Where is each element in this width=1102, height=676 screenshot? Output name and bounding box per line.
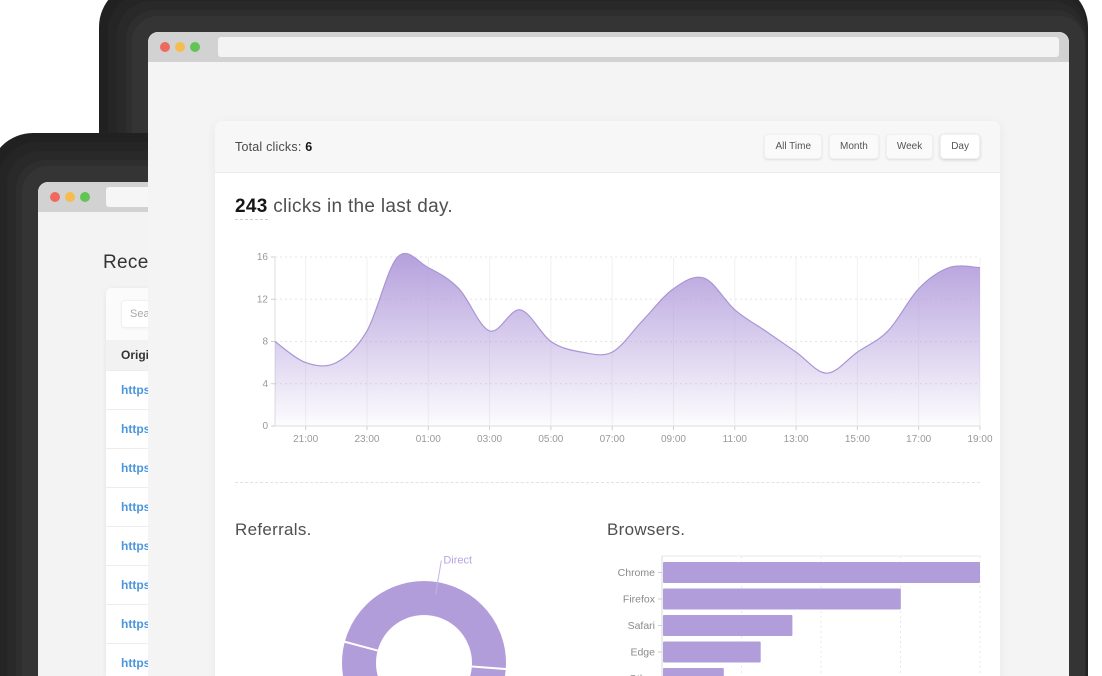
- table-row: https://: [106, 565, 148, 604]
- close-window-icon[interactable]: [50, 192, 60, 202]
- back-window-content: Recent links. Original URL https://https…: [38, 182, 148, 676]
- bar-safari: [663, 615, 792, 636]
- original-url-link[interactable]: https://: [121, 383, 148, 397]
- total-clicks-value: 6: [305, 140, 312, 154]
- zoom-window-icon[interactable]: [80, 192, 90, 202]
- svg-text:Safari: Safari: [628, 620, 655, 632]
- front-browser-chrome: [148, 32, 1069, 62]
- search-row: [106, 288, 148, 340]
- back-window-body: Recent links. Original URL https://https…: [38, 252, 148, 676]
- svg-text:15:00: 15:00: [845, 434, 870, 445]
- svg-text:21:00: 21:00: [293, 434, 318, 445]
- svg-text:4: 4: [262, 379, 268, 390]
- table-row: https://: [106, 370, 148, 409]
- recent-links-card: Original URL https://https://https://htt…: [106, 288, 148, 676]
- close-window-icon[interactable]: [160, 42, 170, 52]
- svg-text:09:00: 09:00: [661, 434, 686, 445]
- svg-text:Edge: Edge: [630, 647, 655, 659]
- recent-links-heading: Recent links.: [103, 252, 148, 274]
- table-row: https://: [106, 409, 148, 448]
- svg-text:19:00: 19:00: [967, 434, 992, 445]
- front-traffic-lights: [160, 42, 200, 52]
- svg-text:17:00: 17:00: [906, 434, 931, 445]
- svg-text:03:00: 03:00: [477, 434, 502, 445]
- original-url-link[interactable]: https://: [121, 461, 148, 475]
- bar-firefox: [663, 589, 901, 610]
- svg-text:23:00: 23:00: [354, 434, 379, 445]
- stats-card-header: Total clicks: 6 All Time Month Week Day: [215, 121, 1000, 173]
- minimize-window-icon[interactable]: [65, 192, 75, 202]
- front-browser-window: Total clicks: 6 All Time Month Week Day 243…: [132, 16, 1085, 676]
- donut-segment-label-direct: Direct: [443, 554, 472, 566]
- referrals-donut-chart: Direct: [325, 547, 525, 676]
- back-window-clip: Recent links. Original URL https://https…: [0, 130, 148, 676]
- stats-card: Total clicks: 6 All Time Month Week Day 243…: [215, 121, 1000, 676]
- back-browser-chrome: [38, 182, 148, 212]
- zoom-window-icon[interactable]: [190, 42, 200, 52]
- svg-text:11:00: 11:00: [723, 434, 748, 445]
- svg-text:16: 16: [257, 252, 269, 263]
- period-button-day[interactable]: Day: [940, 134, 980, 159]
- period-button-week[interactable]: Week: [886, 134, 933, 159]
- period-button-month[interactable]: Month: [829, 134, 879, 159]
- front-window-content: Total clicks: 6 All Time Month Week Day 243…: [148, 32, 1069, 676]
- stage: Total clicks: 6 All Time Month Week Day 243…: [0, 0, 1102, 676]
- back-url-bar[interactable]: [106, 187, 148, 207]
- front-url-bar[interactable]: [218, 37, 1059, 57]
- original-url-link[interactable]: https://: [121, 422, 148, 436]
- svg-text:01:00: 01:00: [416, 434, 441, 445]
- search-input[interactable]: [121, 300, 148, 328]
- original-url-link[interactable]: https://: [121, 656, 148, 670]
- bar-edge: [663, 642, 761, 663]
- minimize-window-icon[interactable]: [175, 42, 185, 52]
- original-url-link[interactable]: https://: [121, 578, 148, 592]
- browsers-section-title: Browsers.: [607, 520, 685, 540]
- clicks-headline: 243 clicks in the last day.: [235, 196, 453, 218]
- clicks-area-chart: 21:00 23:00 01:00 03:00 05:00 07:00 09:00 11:00…: [235, 249, 995, 449]
- back-browser-window: Recent links. Original URL https://https…: [22, 166, 148, 676]
- links-table: https:// https:// https:// https:// https://…: [106, 370, 148, 676]
- svg-text:13:00: 13:00: [784, 434, 809, 445]
- svg-text:Chrome: Chrome: [618, 567, 656, 579]
- svg-text:07:00: 07:00: [600, 434, 625, 445]
- table-row: https://: [106, 643, 148, 676]
- svg-text:Firefox: Firefox: [623, 594, 656, 606]
- clicks-count: 243: [235, 196, 268, 220]
- svg-text:05:00: 05:00: [538, 434, 563, 445]
- period-button-all-time[interactable]: All Time: [764, 134, 822, 159]
- original-url-link[interactable]: https://: [121, 539, 148, 553]
- bar-other: [663, 668, 724, 676]
- table-row: https://: [106, 487, 148, 526]
- section-divider: [235, 482, 980, 483]
- original-url-link[interactable]: https://: [121, 617, 148, 631]
- table-header-original-url: Original URL: [106, 340, 148, 370]
- total-clicks-label: Total clicks: 6: [235, 140, 312, 154]
- total-clicks-text: Total clicks:: [235, 140, 302, 154]
- original-url-link[interactable]: https://: [121, 500, 148, 514]
- back-traffic-lights: [50, 192, 90, 202]
- browsers-bar-chart: ChromeFirefoxSafariEdgeOther: [598, 546, 995, 676]
- table-row: https://: [106, 604, 148, 643]
- referrals-section-title: Referrals.: [235, 520, 312, 540]
- bar-chrome: [663, 562, 980, 583]
- svg-text:0: 0: [262, 421, 268, 432]
- period-buttons: All Time Month Week Day: [764, 134, 980, 159]
- svg-text:12: 12: [257, 294, 269, 305]
- svg-text:8: 8: [262, 337, 268, 348]
- table-row: https://: [106, 526, 148, 565]
- table-row: https://: [106, 448, 148, 487]
- clicks-headline-text: clicks in the last day.: [268, 196, 453, 217]
